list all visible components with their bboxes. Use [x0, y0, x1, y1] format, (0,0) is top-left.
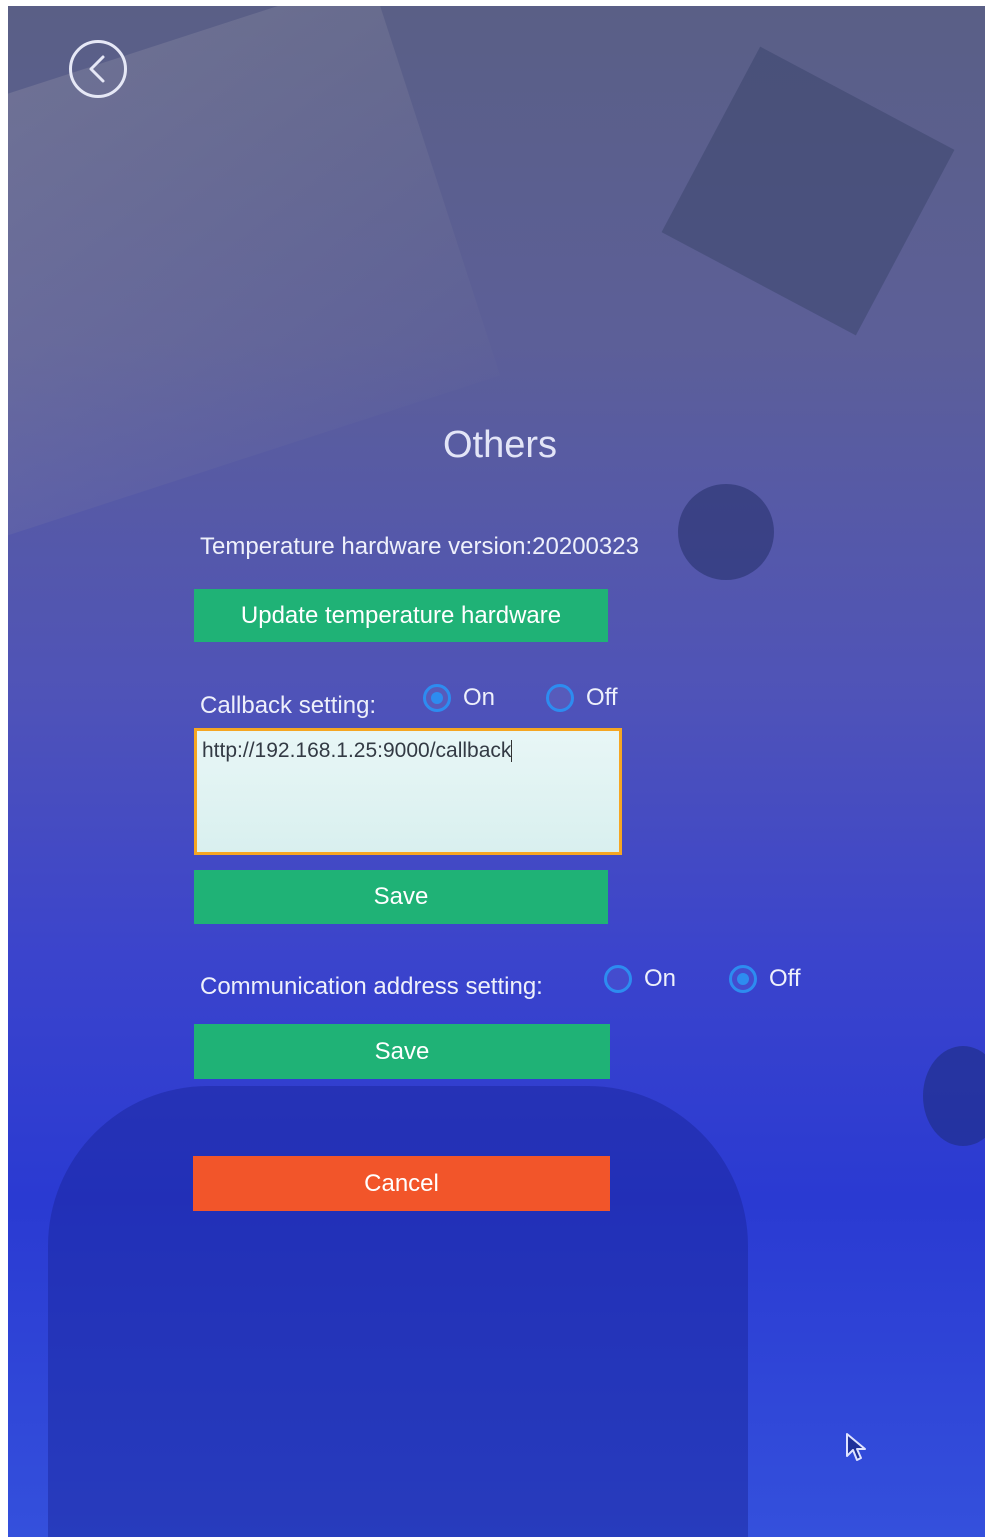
radio-checked-icon	[729, 965, 757, 993]
radio-checked-icon	[423, 684, 451, 712]
callback-setting-label: Callback setting:	[200, 692, 377, 719]
mouse-pointer-icon	[846, 1433, 866, 1461]
communication-address-label: Communication address setting:	[200, 973, 543, 1000]
temperature-hardware-version: Temperature hardware version:20200323	[200, 533, 639, 560]
back-button[interactable]	[69, 40, 127, 98]
update-temperature-hardware-button[interactable]: Update temperature hardware	[194, 589, 608, 642]
page-title: Others	[442, 424, 558, 466]
background-reflection	[678, 484, 774, 580]
background-reflection	[923, 1046, 985, 1146]
callback-on-radio[interactable]: On	[423, 684, 495, 712]
communication-on-radio[interactable]: On	[604, 965, 676, 993]
radio-label: Off	[586, 684, 618, 711]
radio-unchecked-icon	[604, 965, 632, 993]
radio-label: On	[644, 965, 677, 992]
callback-url-input[interactable]: http://192.168.1.25:9000/callback	[194, 728, 622, 855]
background-reflection	[48, 1086, 748, 1537]
callback-url-value: http://192.168.1.25:9000/callback	[202, 739, 512, 762]
save-callback-button[interactable]: Save	[194, 870, 608, 924]
background-reflection	[661, 46, 955, 336]
text-caret	[511, 740, 513, 763]
callback-off-radio[interactable]: Off	[546, 684, 618, 712]
save-communication-button[interactable]: Save	[194, 1024, 610, 1079]
communication-off-radio[interactable]: Off	[729, 965, 801, 993]
radio-unchecked-icon	[546, 684, 574, 712]
cancel-button[interactable]: Cancel	[193, 1156, 610, 1211]
radio-label: Off	[769, 965, 801, 992]
radio-label: On	[463, 684, 496, 711]
chevron-left-icon	[89, 55, 105, 83]
